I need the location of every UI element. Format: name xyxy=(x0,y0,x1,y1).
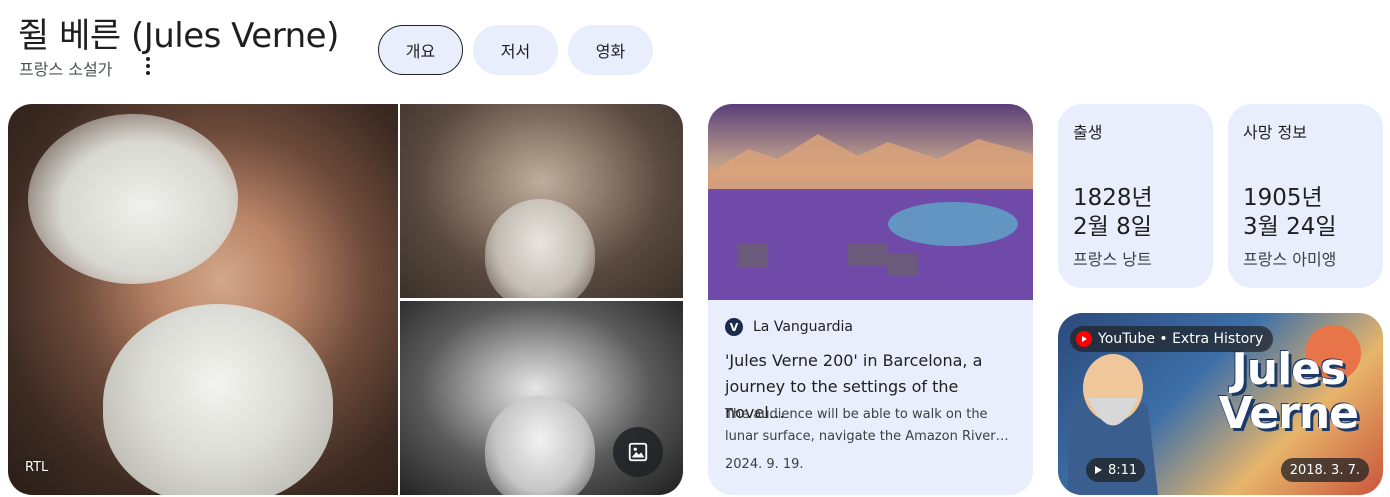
photo-gallery: RTL xyxy=(8,104,683,495)
news-description: The audience will be able to walk on the… xyxy=(725,407,1009,444)
tab-films[interactable]: 영화 xyxy=(568,25,653,75)
entity-subtitle: 프랑스 소설가 xyxy=(19,60,113,79)
tab-overview[interactable]: 개요 xyxy=(378,25,463,75)
death-fact-card[interactable]: 사망 정보 1905년 3월 24일 프랑스 아미앵 xyxy=(1228,104,1383,288)
more-vert-icon xyxy=(146,57,150,61)
birth-label: 출생 xyxy=(1073,123,1103,142)
death-date: 1905년 3월 24일 xyxy=(1243,184,1383,242)
youtube-icon xyxy=(1076,331,1092,347)
video-source-label: YouTube • Extra History xyxy=(1098,331,1264,347)
news-source: V La Vanguardia xyxy=(725,318,853,336)
birth-year: 1828년 xyxy=(1073,185,1153,211)
video-art-line2: Verne xyxy=(1218,388,1359,439)
news-card[interactable]: V La Vanguardia 'Jules Verne 200' in Bar… xyxy=(708,104,1033,495)
portrait-photo-bottom-right[interactable] xyxy=(400,301,683,495)
video-duration: 8:11 xyxy=(1086,458,1146,482)
more-images-button[interactable] xyxy=(613,427,663,477)
portrait-hair xyxy=(28,114,238,284)
portrait-beard xyxy=(103,304,333,495)
play-icon xyxy=(1095,466,1102,474)
death-label: 사망 정보 xyxy=(1243,123,1307,142)
video-duration-text: 8:11 xyxy=(1108,462,1138,478)
image-gallery-icon xyxy=(628,442,648,462)
tab-works[interactable]: 저서 xyxy=(473,25,558,75)
entity-tabs: 개요 저서 영화 xyxy=(378,25,653,75)
video-title-art: Jules Verne xyxy=(1218,344,1359,439)
birth-date: 1828년 2월 8일 xyxy=(1073,184,1213,242)
portrait-beard xyxy=(485,199,595,298)
death-year: 1905년 xyxy=(1243,185,1323,211)
more-vert-dot xyxy=(146,64,150,68)
more-vert-dot xyxy=(146,71,150,75)
portrait-photo-main[interactable]: RTL xyxy=(8,104,398,495)
youtube-play-glyph xyxy=(1082,336,1087,342)
more-options-button[interactable] xyxy=(137,54,159,78)
video-date: 2018. 3. 7. xyxy=(1280,458,1369,482)
entity-title: 쥘 베른 (Jules Verne) xyxy=(18,16,339,56)
source-logo-icon: V xyxy=(725,318,743,336)
portrait-photo-top-right[interactable] xyxy=(400,104,683,298)
birth-fact-card[interactable]: 출생 1828년 2월 8일 프랑스 낭트 xyxy=(1058,104,1213,288)
death-month-day: 3월 24일 xyxy=(1243,214,1337,240)
video-art-line1: Jules xyxy=(1231,344,1346,395)
birth-month-day: 2월 8일 xyxy=(1073,214,1152,240)
photo-credit: RTL xyxy=(25,460,49,475)
video-source: YouTube • Extra History xyxy=(1070,326,1274,352)
news-thumbnail xyxy=(708,104,1033,300)
death-place: 프랑스 아미앵 xyxy=(1243,250,1337,269)
birth-place: 프랑스 낭트 xyxy=(1073,250,1152,269)
news-source-name: La Vanguardia xyxy=(753,319,853,335)
news-date: 2024. 9. 19. xyxy=(725,457,804,472)
news-thumbnail-art xyxy=(708,134,1033,300)
portrait-beard xyxy=(485,396,595,495)
video-card[interactable]: Jules Verne YouTube • Extra History 8:11… xyxy=(1058,313,1383,495)
